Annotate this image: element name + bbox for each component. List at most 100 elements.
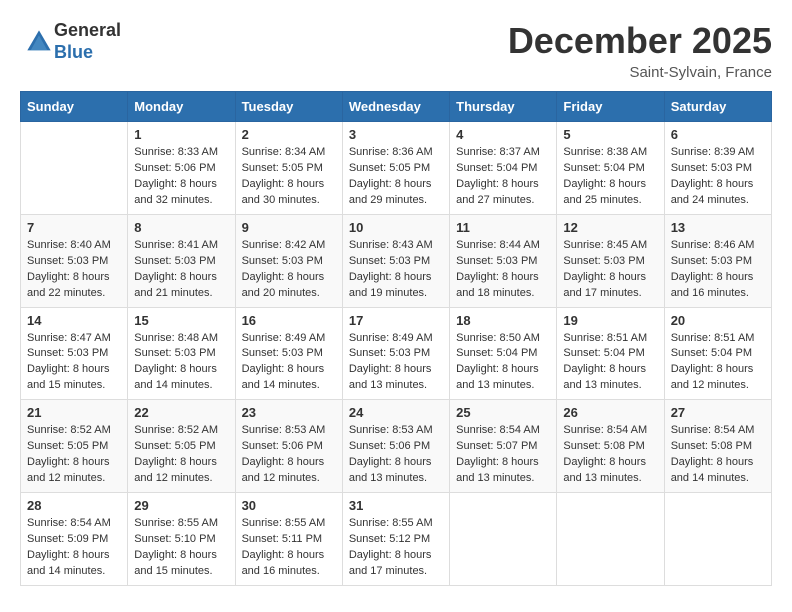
day-info: Sunrise: 8:51 AMSunset: 5:04 PMDaylight:… xyxy=(671,331,765,395)
day-info: Sunrise: 8:49 AMSunset: 5:03 PMDaylight:… xyxy=(242,331,336,395)
title-area: December 2025 Saint-Sylvain, France xyxy=(508,20,772,81)
day-info: Sunrise: 8:53 AMSunset: 5:06 PMDaylight:… xyxy=(242,423,336,487)
day-number: 2 xyxy=(242,127,336,142)
day-number: 1 xyxy=(134,127,228,142)
day-info: Sunrise: 8:54 AMSunset: 5:08 PMDaylight:… xyxy=(671,423,765,487)
logo-blue-text: Blue xyxy=(54,42,121,64)
day-number: 24 xyxy=(349,405,443,420)
calendar-cell: 24 Sunrise: 8:53 AMSunset: 5:06 PMDayligh… xyxy=(342,400,449,493)
calendar-cell: 7 Sunrise: 8:40 AMSunset: 5:03 PMDaylight… xyxy=(21,214,128,307)
header-saturday: Saturday xyxy=(664,92,771,122)
calendar-cell xyxy=(557,493,664,586)
day-info: Sunrise: 8:42 AMSunset: 5:03 PMDaylight:… xyxy=(242,238,336,302)
calendar-cell: 1 Sunrise: 8:33 AMSunset: 5:06 PMDaylight… xyxy=(128,122,235,215)
header-tuesday: Tuesday xyxy=(235,92,342,122)
day-info: Sunrise: 8:34 AMSunset: 5:05 PMDaylight:… xyxy=(242,145,336,209)
day-number: 31 xyxy=(349,498,443,513)
day-number: 26 xyxy=(563,405,657,420)
calendar-cell: 16Sunrise: 8:49 AMSunset: 5:03 PMDayligh… xyxy=(235,307,342,400)
header: General Blue December 2025 Saint-Sylvain… xyxy=(20,20,772,81)
day-info: Sunrise: 8:55 AMSunset: 5:12 PMDaylight:… xyxy=(349,516,443,580)
day-number: 3 xyxy=(349,127,443,142)
month-title: December 2025 xyxy=(508,20,772,62)
day-number: 27 xyxy=(671,405,765,420)
calendar-cell: 30Sunrise: 8:55 AMSunset: 5:11 PMDayligh… xyxy=(235,493,342,586)
header-thursday: Thursday xyxy=(450,92,557,122)
calendar-cell xyxy=(21,122,128,215)
calendar-cell: 21 Sunrise: 8:52 AMSunset: 5:05 PMDayligh… xyxy=(21,400,128,493)
day-number: 12 xyxy=(563,220,657,235)
day-number: 13 xyxy=(671,220,765,235)
calendar-cell: 14 Sunrise: 8:47 AMSunset: 5:03 PMDayligh… xyxy=(21,307,128,400)
day-number: 9 xyxy=(242,220,336,235)
day-number: 14 xyxy=(27,313,121,328)
day-info: Sunrise: 8:41 AMSunset: 5:03 PMDaylight:… xyxy=(134,238,228,302)
calendar-cell: 11 Sunrise: 8:44 AMSunset: 5:03 PMDayligh… xyxy=(450,214,557,307)
header-friday: Friday xyxy=(557,92,664,122)
calendar-cell: 31 Sunrise: 8:55 AMSunset: 5:12 PMDayligh… xyxy=(342,493,449,586)
day-info: Sunrise: 8:49 AMSunset: 5:03 PMDaylight:… xyxy=(349,331,443,395)
header-sunday: Sunday xyxy=(21,92,128,122)
day-number: 18 xyxy=(456,313,550,328)
day-info: Sunrise: 8:54 AMSunset: 5:07 PMDaylight:… xyxy=(456,423,550,487)
logo-general-text: General xyxy=(54,20,121,42)
logo-text: General Blue xyxy=(54,20,121,63)
day-number: 19 xyxy=(563,313,657,328)
day-number: 30 xyxy=(242,498,336,513)
calendar-cell: 27 Sunrise: 8:54 AMSunset: 5:08 PMDayligh… xyxy=(664,400,771,493)
calendar-cell: 19Sunrise: 8:51 AMSunset: 5:04 PMDayligh… xyxy=(557,307,664,400)
calendar-cell: 17 Sunrise: 8:49 AMSunset: 5:03 PMDayligh… xyxy=(342,307,449,400)
day-number: 7 xyxy=(27,220,121,235)
day-number: 6 xyxy=(671,127,765,142)
calendar-cell: 6 Sunrise: 8:39 AMSunset: 5:03 PMDaylight… xyxy=(664,122,771,215)
calendar-cell: 29Sunrise: 8:55 AMSunset: 5:10 PMDayligh… xyxy=(128,493,235,586)
calendar-week-4: 21 Sunrise: 8:52 AMSunset: 5:05 PMDayligh… xyxy=(21,400,772,493)
day-number: 25 xyxy=(456,405,550,420)
day-info: Sunrise: 8:47 AMSunset: 5:03 PMDaylight:… xyxy=(27,331,121,395)
calendar-cell: 23 Sunrise: 8:53 AMSunset: 5:06 PMDayligh… xyxy=(235,400,342,493)
day-number: 20 xyxy=(671,313,765,328)
day-info: Sunrise: 8:50 AMSunset: 5:04 PMDaylight:… xyxy=(456,331,550,395)
day-number: 15 xyxy=(134,313,228,328)
day-number: 11 xyxy=(456,220,550,235)
calendar-cell: 2 Sunrise: 8:34 AMSunset: 5:05 PMDaylight… xyxy=(235,122,342,215)
day-info: Sunrise: 8:54 AMSunset: 5:08 PMDaylight:… xyxy=(563,423,657,487)
logo-icon xyxy=(24,27,54,57)
calendar-cell: 13Sunrise: 8:46 AMSunset: 5:03 PMDayligh… xyxy=(664,214,771,307)
calendar-week-3: 14 Sunrise: 8:47 AMSunset: 5:03 PMDayligh… xyxy=(21,307,772,400)
day-info: Sunrise: 8:40 AMSunset: 5:03 PMDaylight:… xyxy=(27,238,121,302)
header-monday: Monday xyxy=(128,92,235,122)
location: Saint-Sylvain, France xyxy=(508,64,772,81)
day-number: 29 xyxy=(134,498,228,513)
calendar-cell: 15 Sunrise: 8:48 AMSunset: 5:03 PMDayligh… xyxy=(128,307,235,400)
day-info: Sunrise: 8:52 AMSunset: 5:05 PMDaylight:… xyxy=(27,423,121,487)
calendar-header-row: SundayMondayTuesdayWednesdayThursdayFrid… xyxy=(21,92,772,122)
day-number: 22 xyxy=(134,405,228,420)
day-number: 23 xyxy=(242,405,336,420)
day-info: Sunrise: 8:48 AMSunset: 5:03 PMDaylight:… xyxy=(134,331,228,395)
day-number: 5 xyxy=(563,127,657,142)
calendar-cell: 5 Sunrise: 8:38 AMSunset: 5:04 PMDaylight… xyxy=(557,122,664,215)
calendar-week-5: 28Sunrise: 8:54 AMSunset: 5:09 PMDayligh… xyxy=(21,493,772,586)
header-wednesday: Wednesday xyxy=(342,92,449,122)
day-info: Sunrise: 8:36 AMSunset: 5:05 PMDaylight:… xyxy=(349,145,443,209)
day-info: Sunrise: 8:43 AMSunset: 5:03 PMDaylight:… xyxy=(349,238,443,302)
day-info: Sunrise: 8:52 AMSunset: 5:05 PMDaylight:… xyxy=(134,423,228,487)
day-number: 28 xyxy=(27,498,121,513)
calendar-cell: 10 Sunrise: 8:43 AMSunset: 5:03 PMDayligh… xyxy=(342,214,449,307)
calendar-cell xyxy=(450,493,557,586)
day-info: Sunrise: 8:33 AMSunset: 5:06 PMDaylight:… xyxy=(134,145,228,209)
calendar-cell: 12Sunrise: 8:45 AMSunset: 5:03 PMDayligh… xyxy=(557,214,664,307)
day-info: Sunrise: 8:53 AMSunset: 5:06 PMDaylight:… xyxy=(349,423,443,487)
day-number: 4 xyxy=(456,127,550,142)
day-info: Sunrise: 8:39 AMSunset: 5:03 PMDaylight:… xyxy=(671,145,765,209)
calendar-cell: 25 Sunrise: 8:54 AMSunset: 5:07 PMDayligh… xyxy=(450,400,557,493)
day-number: 17 xyxy=(349,313,443,328)
logo: General Blue xyxy=(20,20,121,63)
day-number: 21 xyxy=(27,405,121,420)
calendar-cell: 28Sunrise: 8:54 AMSunset: 5:09 PMDayligh… xyxy=(21,493,128,586)
calendar-cell: 18 Sunrise: 8:50 AMSunset: 5:04 PMDayligh… xyxy=(450,307,557,400)
day-info: Sunrise: 8:44 AMSunset: 5:03 PMDaylight:… xyxy=(456,238,550,302)
day-info: Sunrise: 8:38 AMSunset: 5:04 PMDaylight:… xyxy=(563,145,657,209)
day-number: 10 xyxy=(349,220,443,235)
